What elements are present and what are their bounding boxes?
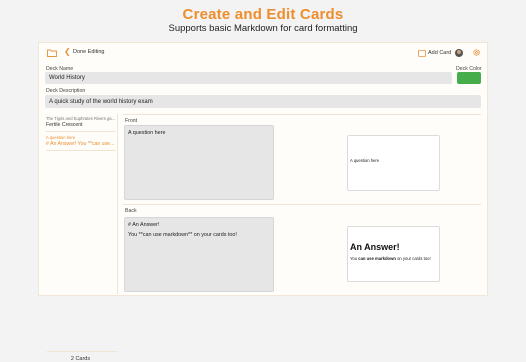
back-label: Back xyxy=(125,208,137,214)
card-list-item-question: The Tigris and Euphrates Rivers ga... xyxy=(46,116,116,121)
divider xyxy=(46,150,116,151)
deck-description-label: Deck Description xyxy=(46,88,86,94)
front-preview-text: A question here xyxy=(350,158,380,163)
deck-description-field[interactable]: A quick study of the world history exam xyxy=(45,95,481,108)
back-preview-body-pre: You xyxy=(350,256,359,261)
back-editor[interactable]: # An Answer! You **can use markdown** on… xyxy=(124,217,274,292)
back-preview-body-post: on your cards too! xyxy=(395,256,431,261)
card-list-sidebar: The Tigris and Euphrates Rivers ga... Fe… xyxy=(43,114,118,362)
card-list-item-answer: # An Answer! You **can use... xyxy=(46,141,115,147)
card-list-item-question: A question here xyxy=(46,135,76,140)
add-card-button[interactable]: Add Card xyxy=(418,48,451,58)
back-preview-body: You can use markdown on your cards too! xyxy=(350,256,431,261)
back-preview-heading: An Answer! xyxy=(350,242,400,252)
add-card-label: Add Card xyxy=(428,50,452,56)
divider xyxy=(47,351,117,352)
back-preview-card: An Answer! You can use markdown on your … xyxy=(347,226,440,282)
deck-name-field[interactable]: World History xyxy=(45,72,452,84)
chevron-left-icon[interactable]: ❮ xyxy=(64,47,71,56)
front-editor-text: A question here xyxy=(128,130,166,136)
divider xyxy=(123,114,481,115)
page-subheadline: Supports basic Markdown for card formatt… xyxy=(168,23,358,34)
back-editor-line: You **can use markdown** on your cards t… xyxy=(128,232,237,238)
toolbar: ❮ Done Editing Add Card xyxy=(39,43,487,63)
card-count: 2 Cards xyxy=(70,356,91,362)
page-headline: Create and Edit Cards xyxy=(182,6,344,23)
avatar[interactable] xyxy=(455,49,463,57)
front-preview-card: A question here xyxy=(347,135,440,191)
card-list-item[interactable]: The Tigris and Euphrates Rivers ga... Fe… xyxy=(46,116,116,128)
front-label: Front xyxy=(125,118,138,124)
deck-color-swatch[interactable] xyxy=(457,72,481,84)
divider xyxy=(46,131,116,132)
card-stack-icon xyxy=(418,49,426,57)
back-editor-line: # An Answer! xyxy=(128,222,160,228)
gear-icon[interactable] xyxy=(472,48,481,57)
app-window: ❮ Done Editing Add Card Deck Name World … xyxy=(38,42,488,362)
card-list-item-answer: Fertile Crescent xyxy=(46,122,83,128)
divider xyxy=(123,204,481,205)
front-editor[interactable]: A question here xyxy=(124,125,274,200)
done-editing-button[interactable]: Done Editing xyxy=(73,49,105,55)
card-list-item-selected[interactable]: A question here # An Answer! You **can u… xyxy=(46,135,116,147)
back-preview-body-bold: can use markdown xyxy=(358,256,396,261)
folder-icon[interactable] xyxy=(47,49,57,57)
